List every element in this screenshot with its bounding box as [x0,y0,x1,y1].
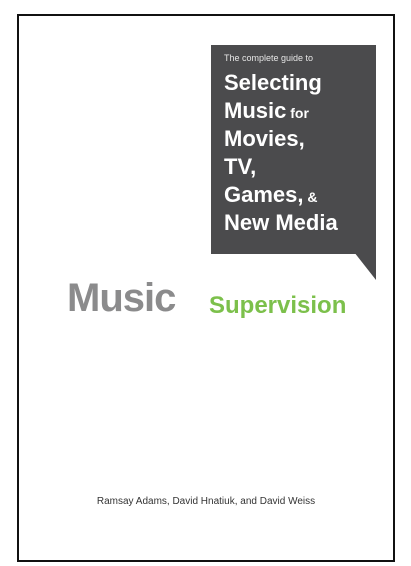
subtitle-line: Games, & [224,182,338,210]
subtitle-line-main: Games, [224,182,304,207]
subtitle-intro: The complete guide to [224,53,314,63]
subtitle-line-main: Movies, [224,126,305,151]
subtitle-line-small: & [303,189,318,205]
subtitle-line-small: for [286,105,309,121]
title-supervision: Supervision [209,292,347,319]
subtitle-line-main: TV, [224,154,257,179]
title-music: Music [67,276,176,320]
book-cover: The complete guide to Selecting Music fo… [17,14,395,562]
subtitle-lines: Selecting Music for Movies, TV, Games, &… [224,70,338,238]
subtitle-line: TV, [224,154,338,182]
speech-bubble-tail [354,252,376,280]
subtitle-line: New Media [224,210,338,238]
subtitle-line-main: Music [224,98,287,123]
subtitle-line: Movies, [224,126,338,154]
subtitle-line: Music for [224,98,338,126]
subtitle-line-main: New Media [224,210,338,235]
subtitle-line: Selecting [224,70,338,98]
authors-line: Ramsay Adams, David Hnatiuk, and David W… [96,496,316,507]
subtitle-line-main: Selecting [224,70,322,95]
